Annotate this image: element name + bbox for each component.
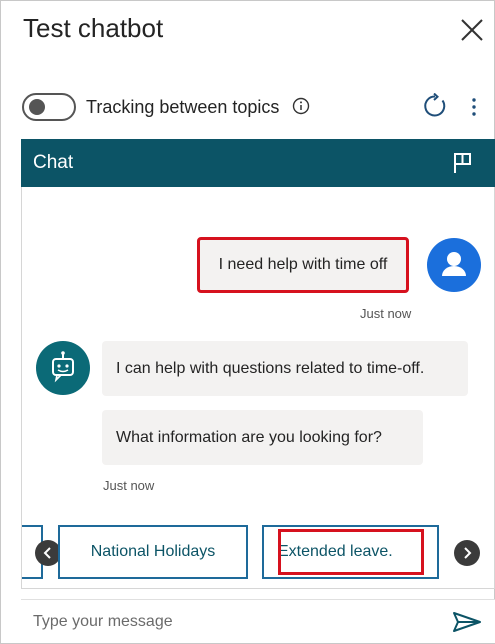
tracking-toggle[interactable]	[22, 93, 76, 121]
suggested-action-national-holidays[interactable]: National Holidays	[58, 525, 248, 579]
carousel-next-button[interactable]	[454, 540, 480, 566]
user-message-timestamp: Just now	[360, 306, 412, 321]
refresh-icon[interactable]	[422, 93, 448, 119]
tracking-label: Tracking between topics	[86, 97, 280, 117]
panel-title: Test chatbot	[23, 13, 164, 43]
user-avatar	[427, 238, 481, 292]
chevron-right-icon	[464, 547, 472, 559]
more-vertical-icon[interactable]	[465, 95, 483, 119]
user-message: I need help with time off	[197, 237, 409, 293]
person-icon	[442, 252, 466, 276]
bot-icon	[52, 351, 74, 383]
close-icon[interactable]	[459, 17, 485, 43]
chat-header-bar: Chat	[21, 139, 495, 187]
toggle-knob	[29, 99, 45, 115]
test-chatbot-panel: Test chatbot Tracking between topics Cha…	[0, 0, 495, 644]
chat-title: Chat	[33, 152, 74, 173]
message-input[interactable]	[33, 608, 433, 636]
bot-message-timestamp: Just now	[103, 478, 155, 493]
bot-message: What information are you looking for?	[102, 410, 423, 465]
flag-icon[interactable]	[452, 151, 474, 175]
suggested-action-extended-leave[interactable]: Extended leave.	[262, 525, 439, 579]
send-icon[interactable]	[452, 610, 482, 634]
message-composer	[21, 599, 495, 643]
info-icon[interactable]	[292, 97, 310, 115]
bot-avatar	[36, 341, 90, 395]
bot-message: I can help with questions related to tim…	[102, 341, 468, 396]
